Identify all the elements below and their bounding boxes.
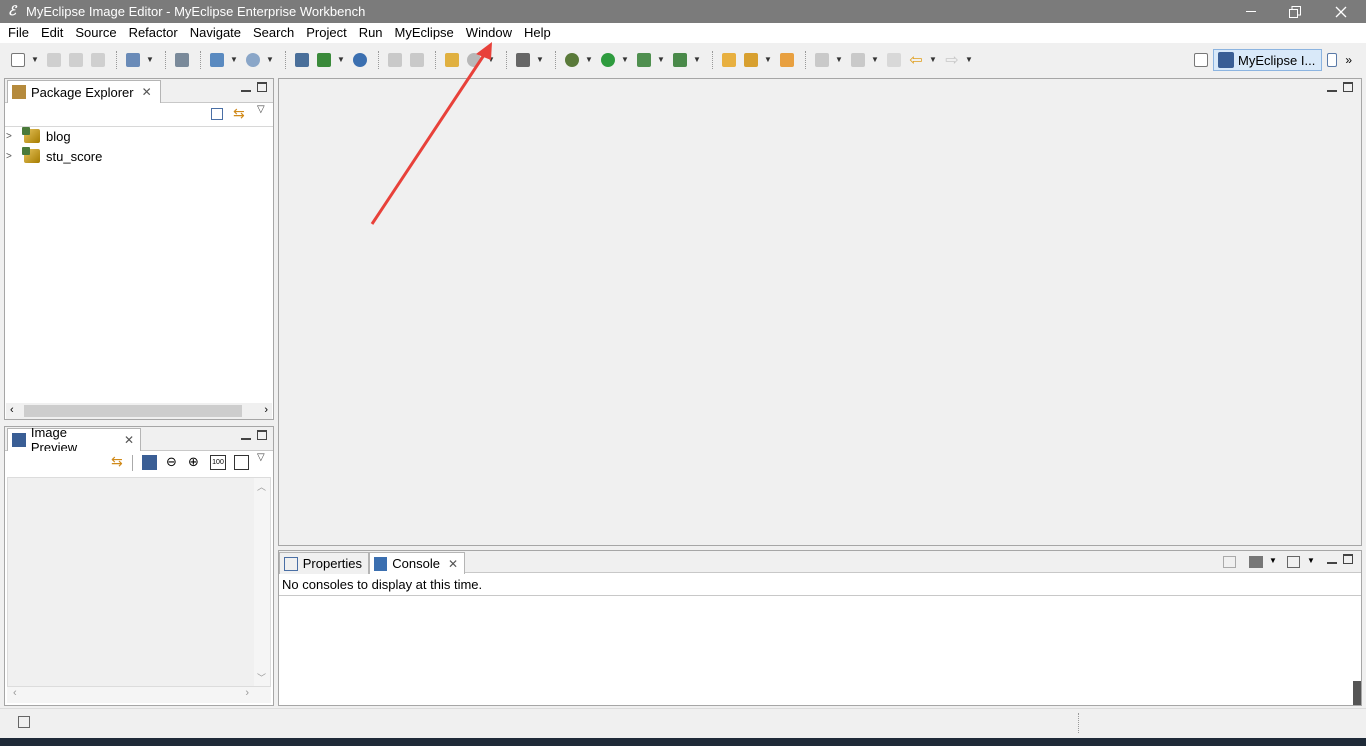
status-bar <box>0 708 1366 738</box>
status-separator <box>1078 713 1079 733</box>
annotation-arrow-shaft <box>370 51 488 225</box>
fast-view-button[interactable] <box>18 716 30 728</box>
annotation-arrow-overlay <box>370 42 492 225</box>
os-taskbar <box>0 738 1366 746</box>
